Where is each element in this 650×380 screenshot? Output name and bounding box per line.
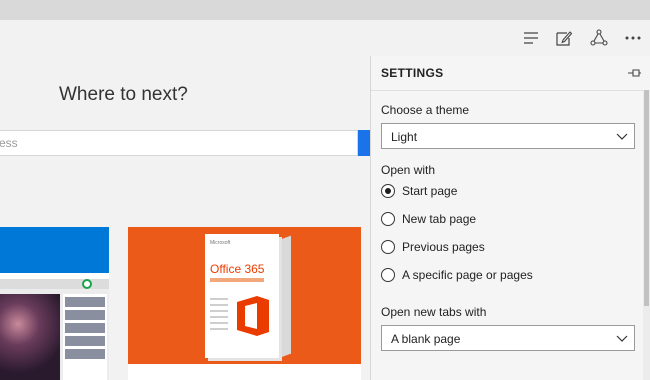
radio-label: Previous pages [402, 240, 485, 254]
web-note-icon[interactable] [551, 26, 577, 50]
share-icon[interactable] [586, 26, 612, 50]
radio-label: Start page [402, 184, 458, 198]
start-page: Where to next? Microsoft Office 365 [0, 56, 370, 380]
new-tabs-select[interactable]: A blank page [381, 325, 635, 351]
office-tile[interactable]: Microsoft Office 365 [128, 227, 361, 364]
settings-panel: SETTINGS Choose a theme Light Open with … [370, 56, 650, 380]
radio-new-tab-page[interactable]: New tab page [381, 210, 621, 230]
chevron-down-icon [616, 133, 628, 140]
hub-icon[interactable] [518, 26, 544, 50]
search-input[interactable] [0, 131, 339, 155]
theme-value: Light [391, 130, 418, 144]
news-tile[interactable] [0, 227, 109, 380]
radio-button[interactable] [381, 212, 395, 226]
settings-title: SETTINGS [381, 66, 444, 80]
highlight-circle-icon [82, 279, 92, 289]
new-tabs-value: A blank page [391, 332, 461, 346]
nebula-image [0, 294, 60, 380]
radio-start-page[interactable]: Start page [381, 182, 621, 202]
radio-button[interactable] [381, 184, 395, 198]
office-logo-icon [237, 296, 269, 336]
radio-previous-pages[interactable]: Previous pages [381, 238, 621, 258]
office-box-image: Microsoft Office 365 [205, 234, 291, 358]
more-icon[interactable] [620, 26, 646, 50]
pin-icon[interactable] [626, 65, 642, 81]
search-box[interactable] [0, 130, 358, 156]
settings-header: SETTINGS [371, 56, 650, 91]
browser-toolbar [0, 20, 650, 56]
office-title: Office 365 [210, 262, 265, 276]
theme-select[interactable]: Light [381, 123, 635, 149]
page-heading: Where to next? [59, 84, 188, 105]
settings-scrollbar[interactable] [643, 90, 650, 380]
chevron-down-icon [616, 335, 628, 342]
radio-label: New tab page [402, 212, 477, 226]
theme-label: Choose a theme [381, 103, 470, 117]
tile-thumbnail [0, 279, 109, 380]
search-go-button[interactable] [358, 130, 370, 156]
tile-banner [0, 227, 109, 273]
radio-button[interactable] [381, 240, 395, 254]
radio-specific-pages[interactable]: A specific page or pages [381, 266, 621, 286]
office-brand: Microsoft [210, 240, 231, 246]
office-tile-caption [128, 364, 361, 380]
radio-label: A specific page or pages [402, 268, 533, 282]
title-bar-strip [0, 0, 650, 20]
scrollbar-thumb[interactable] [644, 90, 649, 306]
open-with-label: Open with [381, 163, 436, 177]
radio-button[interactable] [381, 268, 395, 282]
new-tabs-label: Open new tabs with [381, 305, 487, 319]
